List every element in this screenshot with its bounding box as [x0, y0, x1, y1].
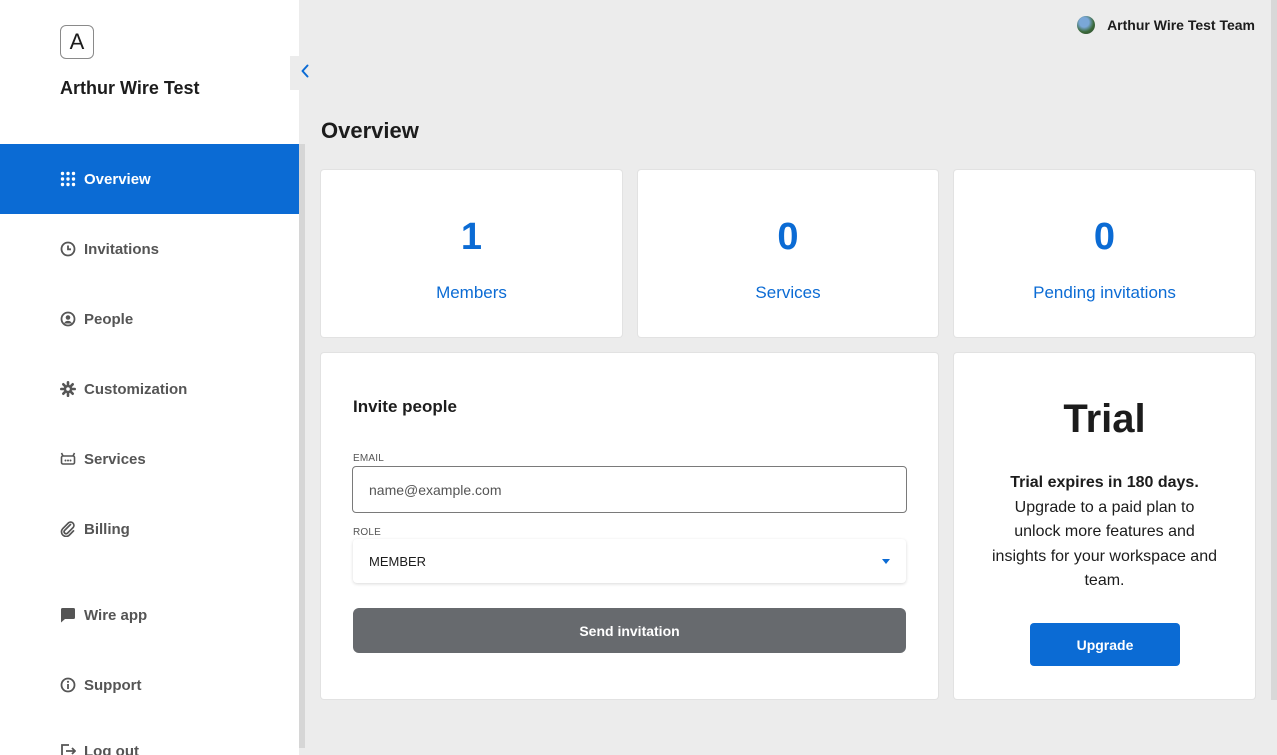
sidebar-item-services[interactable]: Services	[0, 424, 299, 494]
team-avatar	[1077, 16, 1096, 34]
upgrade-button[interactable]: Upgrade	[1030, 623, 1180, 666]
sidebar-item-support[interactable]: Support	[0, 650, 299, 720]
trial-card: Trial Trial expires in 180 days. Upgrade…	[954, 353, 1255, 699]
info-icon	[60, 677, 76, 693]
sidebar-item-billing[interactable]: Billing	[0, 494, 299, 564]
sidebar-item-invitations[interactable]: Invitations	[0, 214, 299, 284]
sidebar-item-label: Overview	[84, 170, 151, 188]
members-card[interactable]: 1 Members	[321, 170, 622, 337]
chevron-left-icon	[300, 64, 310, 83]
email-field[interactable]	[352, 466, 907, 513]
main-scrollbar[interactable]	[1271, 0, 1277, 700]
trial-title: Trial	[1063, 397, 1146, 441]
team-name-label: Arthur Wire Test Team	[1107, 17, 1255, 33]
sidebar-item-label: Invitations	[84, 240, 160, 258]
team-logo: A	[60, 25, 94, 59]
send-invitation-button[interactable]: Send invitation	[353, 608, 906, 653]
pending-invitations-label: Pending invitations	[1033, 283, 1176, 302]
sidebar: A Arthur Wire Test Overview Invitations …	[0, 0, 299, 755]
sidebar-item-label: Services	[84, 450, 146, 468]
logout-icon	[60, 743, 76, 755]
gear-icon	[60, 381, 76, 397]
sidebar-item-label: Billing	[84, 520, 130, 538]
members-count: 1	[460, 216, 483, 258]
paperclip-icon	[60, 521, 76, 537]
members-label: Members	[436, 283, 507, 302]
services-count: 0	[777, 216, 799, 258]
trial-description: Trial expires in 180 days. Upgrade to a …	[990, 471, 1219, 594]
services-label: Services	[755, 283, 821, 302]
caret-down-icon	[882, 558, 890, 564]
chat-icon	[60, 607, 76, 623]
sidebar-item-customization[interactable]: Customization	[0, 354, 299, 424]
invite-people-card: Invite people EMAIL ROLE MEMBER Send inv…	[321, 353, 938, 699]
team-name: Arthur Wire Test	[60, 78, 200, 98]
invite-title: Invite people	[353, 397, 457, 416]
person-icon	[60, 311, 76, 327]
sidebar-scrollbar[interactable]	[299, 144, 305, 748]
robot-icon	[60, 451, 76, 467]
sidebar-item-label: Wire app	[84, 606, 148, 624]
pending-invitations-count: 0	[1093, 216, 1116, 258]
page-title: Overview	[321, 118, 419, 143]
role-select[interactable]: MEMBER	[353, 539, 906, 583]
sidebar-item-label: Log out	[84, 742, 139, 755]
sidebar-item-overview[interactable]: Overview	[0, 144, 299, 214]
services-card[interactable]: 0 Services	[638, 170, 938, 337]
team-switcher[interactable]: Arthur Wire Test Team	[1077, 16, 1255, 34]
trial-expiry: Trial expires in 180 days.	[1010, 474, 1199, 491]
grid-icon	[60, 171, 76, 187]
sidebar-item-people[interactable]: People	[0, 284, 299, 354]
role-label: ROLE	[353, 527, 382, 538]
sidebar-item-log-out[interactable]: Log out	[0, 716, 299, 755]
sidebar-item-label: Support	[84, 676, 142, 694]
email-label: EMAIL	[353, 453, 385, 464]
trial-upgrade-text: Upgrade to a paid plan to unlock more fe…	[992, 498, 1217, 590]
pending-invitations-card[interactable]: 0 Pending invitations	[954, 170, 1255, 337]
sidebar-item-label: Customization	[84, 380, 188, 398]
role-value: MEMBER	[369, 553, 427, 569]
collapse-sidebar-button[interactable]	[290, 56, 320, 90]
sidebar-item-label: People	[84, 310, 134, 328]
clock-icon	[60, 241, 76, 257]
sidebar-item-wire-app[interactable]: Wire app	[0, 580, 299, 650]
